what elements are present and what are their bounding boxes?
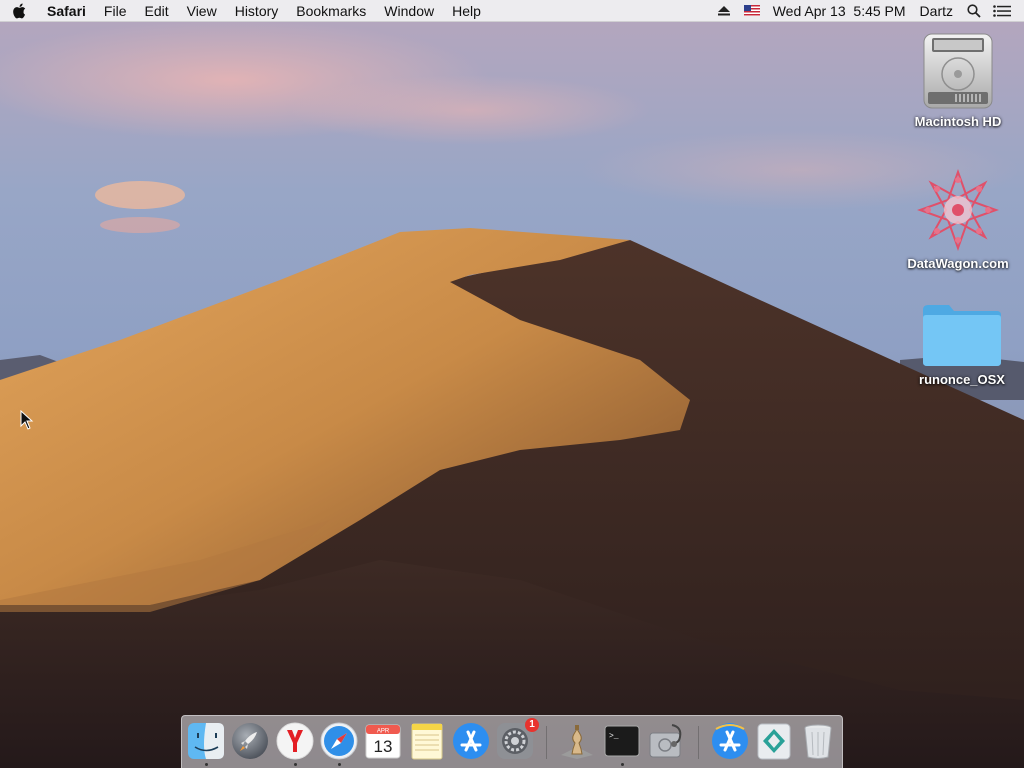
dock-item-app-store[interactable]	[451, 721, 491, 761]
dock-item-system-preferences[interactable]: 1	[495, 718, 539, 761]
desktop-icon-label: DataWagon.com	[907, 256, 1009, 271]
running-indicator	[204, 763, 208, 766]
notification-center-icon[interactable]	[988, 0, 1016, 22]
running-indicator	[620, 763, 624, 766]
dock-item-webex[interactable]	[754, 721, 794, 761]
menu-app-name[interactable]: Safari	[38, 0, 95, 22]
us-flag-input-icon[interactable]	[738, 0, 766, 22]
mouse-cursor-icon	[20, 410, 34, 430]
spotlight-search-icon[interactable]	[960, 0, 988, 22]
folder-icon	[923, 305, 1001, 366]
terminal-prompt: >_	[609, 732, 619, 741]
desktop-icon-label: Macintosh HD	[914, 114, 1002, 129]
trash-icon	[804, 724, 832, 759]
menubar-user[interactable]: Dartz	[913, 0, 960, 22]
dock-item-calendar[interactable]: APR 13	[363, 721, 403, 761]
desktop-wallpaper	[0, 0, 1024, 768]
menu-bookmarks[interactable]: Bookmarks	[287, 0, 375, 22]
dock-item-app-store-downloads[interactable]	[710, 721, 750, 761]
chess-icon	[561, 725, 593, 759]
notes-icon	[411, 723, 443, 760]
desktop-icon-datawagon[interactable]: DataWagon.com	[898, 168, 1018, 271]
notification-badge: 1	[525, 718, 539, 732]
menu-bar: Safari File Edit View History Bookmarks …	[0, 0, 1024, 22]
dock-separator	[546, 726, 547, 759]
dock-item-safari[interactable]	[319, 721, 359, 761]
dock-item-chess[interactable]	[557, 721, 597, 761]
menu-file[interactable]: File	[95, 0, 136, 22]
desktop-icon-runonce-osx[interactable]: runonce_OSX	[902, 302, 1022, 387]
running-indicator	[337, 763, 341, 766]
launchpad-icon	[232, 723, 268, 759]
running-indicator	[293, 763, 297, 766]
app-store-downloads-icon	[712, 723, 748, 759]
eject-icon[interactable]	[710, 0, 738, 22]
desktop-icon-macintosh-hd[interactable]: Macintosh HD	[898, 30, 1018, 129]
dock-item-launchpad[interactable]	[230, 721, 270, 761]
menubar-date: Wed Apr 13	[772, 2, 846, 19]
menubar-clock[interactable]: Wed Apr 13 5:45 PM	[766, 0, 913, 22]
dock-item-yandex-browser[interactable]	[275, 721, 315, 761]
dock-separator	[698, 726, 699, 759]
safari-icon	[320, 722, 358, 760]
menu-view[interactable]: View	[178, 0, 226, 22]
calendar-month: APR	[377, 729, 390, 735]
apple-menu-icon[interactable]	[0, 0, 38, 22]
calendar-day: 13	[374, 737, 393, 756]
dock: APR 13 1 >_	[181, 715, 843, 768]
dock-item-terminal[interactable]: >_	[602, 721, 642, 761]
menu-edit[interactable]: Edit	[135, 0, 177, 22]
webex-icon	[757, 723, 791, 760]
menu-window[interactable]: Window	[375, 0, 443, 22]
yandex-browser-icon	[276, 722, 314, 760]
menu-help[interactable]: Help	[443, 0, 490, 22]
calendar-icon: APR 13	[365, 724, 401, 759]
finder-icon	[188, 723, 224, 759]
app-store-icon	[453, 723, 489, 759]
terminal-icon: >_	[604, 725, 640, 757]
datawagon-logo-icon	[917, 169, 999, 251]
dock-item-notes[interactable]	[407, 721, 447, 761]
menubar-time: 5:45 PM	[853, 2, 906, 19]
hard-drive-icon	[923, 33, 993, 109]
dock-item-trash[interactable]	[798, 721, 838, 761]
menu-history[interactable]: History	[226, 0, 288, 22]
dock-item-finder[interactable]	[186, 721, 226, 761]
disk-utility-icon	[649, 724, 682, 758]
desktop-icon-label: runonce_OSX	[919, 372, 1005, 387]
dock-item-disk-utility[interactable]	[646, 721, 686, 761]
